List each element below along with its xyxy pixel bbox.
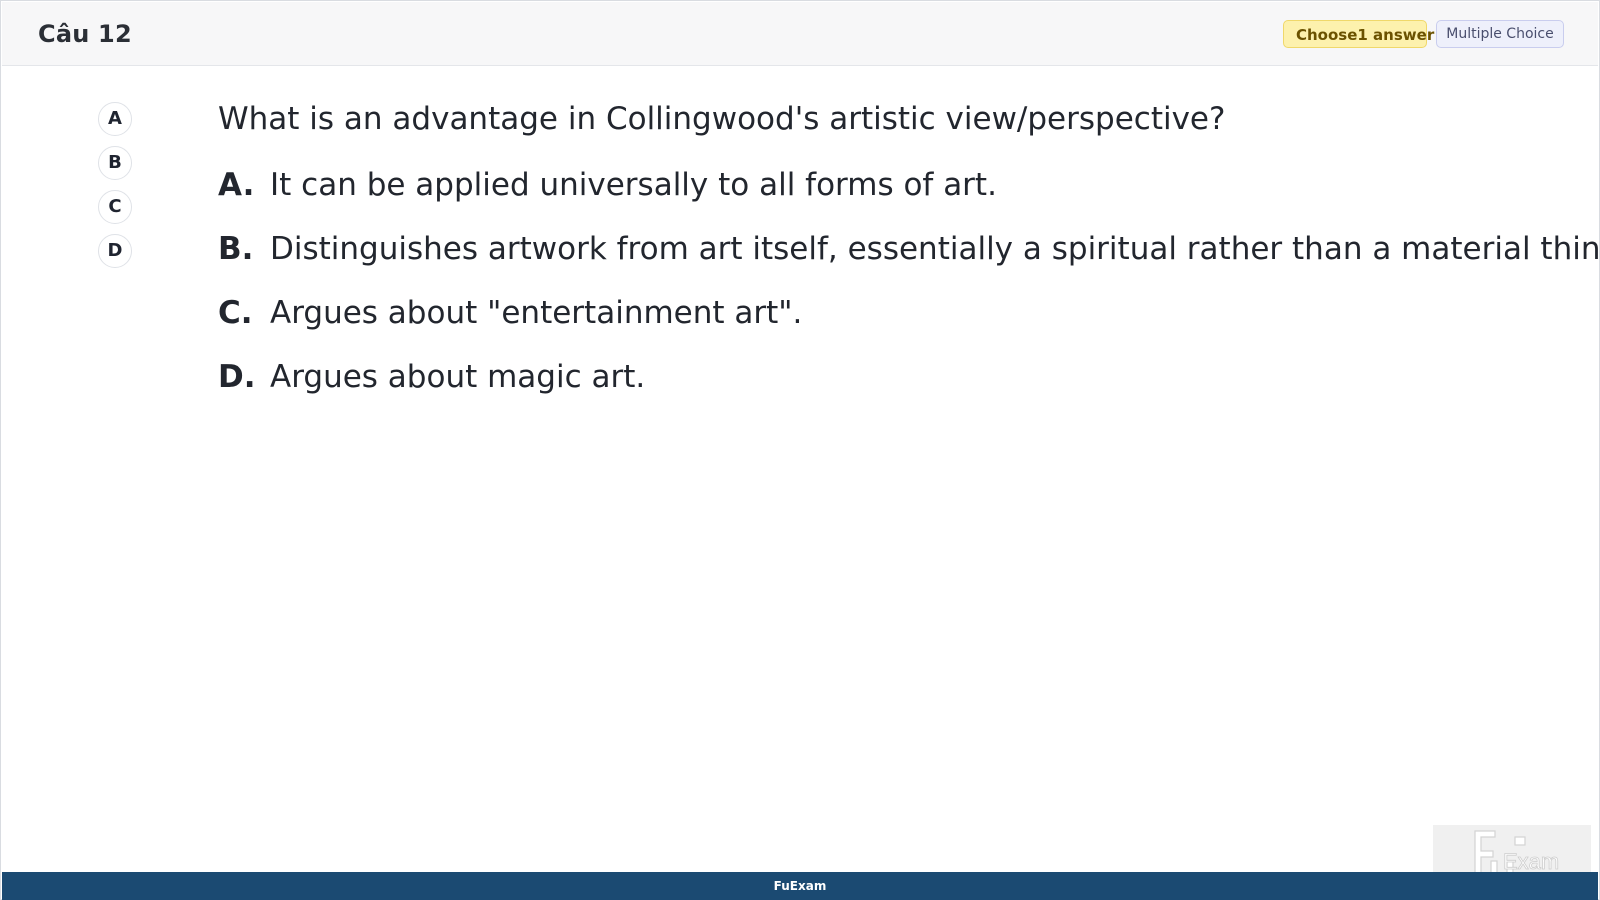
question-text: What is an advantage in Collingwood's ar… (218, 101, 1226, 137)
footer-bar: FuExam (2, 872, 1598, 900)
option-text: It can be applied universally to all for… (270, 167, 997, 203)
logo-text: Exam (1503, 849, 1559, 874)
answer-button-d[interactable]: D (98, 234, 132, 268)
option-text: Distinguishes artwork from art itself, e… (270, 231, 1600, 267)
option-text: Argues about magic art. (270, 359, 646, 395)
option-letter: C. (218, 295, 253, 331)
option-letter: D. (218, 359, 256, 395)
answer-button-a[interactable]: A (98, 102, 132, 136)
choose-answer-badge: Choose1 answer (1283, 20, 1434, 48)
option-text: Argues about "entertainment art". (270, 295, 803, 331)
page-frame: Câu 12 Choose1 answer Multiple Choice A … (0, 0, 1600, 900)
footer-brand: FuExam (773, 879, 827, 893)
question-type-badge: Multiple Choice (1436, 20, 1564, 48)
option-letter: A. (218, 167, 255, 203)
question-header: Câu 12 Choose1 answer Multiple Choice (2, 2, 1598, 66)
question-number: Câu 12 (38, 20, 132, 48)
answer-button-c[interactable]: C (98, 190, 132, 224)
answer-selector: A B C D (98, 102, 138, 278)
answer-button-b[interactable]: B (98, 146, 132, 180)
option-letter: B. (218, 231, 254, 267)
